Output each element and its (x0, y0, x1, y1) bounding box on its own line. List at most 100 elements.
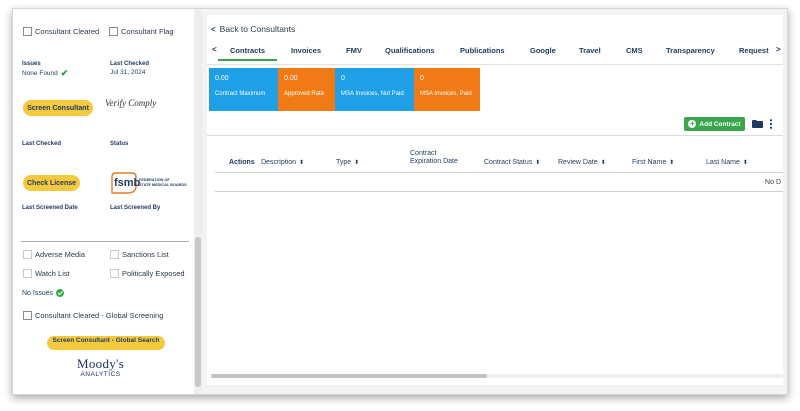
tile-approved-rate: 0.00 Approved Rate (278, 68, 335, 111)
last-checked-label: Last Checked (110, 61, 150, 67)
tab-cms[interactable]: CMS (626, 46, 643, 55)
more-options-icon[interactable] (769, 119, 773, 129)
column-description[interactable]: Description ⬍ (261, 159, 304, 166)
column-actions-label: Actions (229, 159, 255, 166)
consultant-cleared-checkbox[interactable] (23, 27, 32, 36)
table-horizontal-scrollbar[interactable] (211, 374, 783, 378)
sidebar-scroll-thumb[interactable] (195, 237, 201, 387)
cleared-global-checkbox[interactable] (23, 311, 32, 320)
screen-consultant-button[interactable]: Screen Consultant (23, 100, 93, 116)
tile-value: 0.00 (215, 75, 229, 82)
tile-caption: Contract Maximum (215, 91, 266, 97)
consultant-cleared-row: Consultant Cleared (23, 27, 99, 36)
issues-value-text: None Found (22, 70, 58, 77)
tile-value: 0 (341, 75, 345, 82)
check-license-button[interactable]: Check License (23, 175, 80, 191)
tab-qualifications[interactable]: Qualifications (385, 46, 435, 55)
no-data-message: No D (765, 179, 781, 186)
adverse-media-row: Adverse Media (23, 250, 85, 259)
moodys-subtext: ANALYTICS (80, 371, 121, 378)
folder-icon[interactable] (752, 120, 763, 128)
tile-caption: Approved Rate (284, 91, 325, 97)
consultant-sidebar: Consultant Cleared Consultant Flag Issue… (13, 9, 194, 394)
no-issues-status: No Issues (22, 289, 65, 297)
fsmb-text-line1: FEDERATION OF (139, 178, 170, 182)
column-contract-status[interactable]: Contract Status ⬍ (484, 159, 540, 166)
contracts-table: Actions Description ⬍ Type ⬍ Contract Ex… (207, 135, 783, 375)
chevron-left-icon: < (211, 24, 216, 34)
tab-google[interactable]: Google (530, 46, 556, 55)
sort-icon: ⬍ (299, 160, 305, 166)
screen-global-button[interactable]: Screen Consultant - Global Search (47, 336, 165, 350)
sort-icon: ⬍ (600, 160, 606, 166)
tile-contract-maximum: 0.00 Contract Maximum (209, 68, 278, 111)
tab-contracts[interactable]: Contracts (217, 46, 278, 61)
tab-fmv[interactable]: FMV (346, 46, 362, 55)
tab-divider (207, 64, 783, 65)
cleared-global-label: Consultant Cleared - Global Screening (35, 311, 164, 320)
column-contract-status-label: Contract Status (484, 159, 533, 166)
issues-label: Issues (22, 61, 41, 67)
plus-circle-icon: + (688, 119, 697, 128)
fsmb-logo-word: fsmb (114, 177, 141, 189)
consultant-flag-checkbox[interactable] (109, 27, 118, 36)
politically-exposed-checkbox[interactable] (110, 269, 119, 278)
sidebar-scrollbar[interactable] (194, 9, 202, 394)
tile-value: 0.00 (284, 75, 298, 82)
column-actions: Actions (229, 159, 255, 166)
tile-value: 0 (420, 75, 424, 82)
row-divider (215, 191, 783, 192)
back-link[interactable]: < Back to Consultants (211, 24, 295, 34)
column-expiration-label: Expiration Date (410, 158, 458, 165)
consultant-flag-row: Consultant Flag (109, 27, 174, 36)
verify-comply-logo-text: Verify Comply (105, 98, 157, 108)
fsmb-text-line2: STATE MEDICAL BOARDS (139, 183, 187, 187)
table-scroll-thumb[interactable] (211, 374, 487, 378)
consultant-cleared-label: Consultant Cleared (35, 27, 100, 36)
column-review-date[interactable]: Review Date ⬍ (558, 159, 606, 166)
column-description-label: Description (261, 159, 297, 166)
column-first-name[interactable]: First Name ⬍ (632, 159, 674, 166)
column-contract-label: Contract (410, 150, 437, 157)
verify-comply-logo: Verify Comply (105, 99, 156, 108)
main-content: < Back to Consultants < Contracts Invoic… (202, 9, 787, 394)
sanctions-list-label: Sanctions List (122, 250, 169, 259)
last-screened-by-label: Last Screened By (110, 205, 161, 211)
politically-exposed-label: Politically Exposed (122, 269, 185, 278)
contracts-card: < Back to Consultants < Contracts Invoic… (207, 15, 783, 385)
add-contract-button[interactable]: + Add Contract (684, 117, 745, 131)
column-review-date-label: Review Date (558, 159, 598, 166)
watch-list-row: Watch List (23, 269, 70, 278)
tab-bar: < Contracts Invoices FMV Qualifications … (207, 45, 783, 61)
table-top-border (207, 135, 783, 136)
tab-invoices[interactable]: Invoices (291, 46, 321, 55)
adverse-media-checkbox[interactable] (23, 250, 32, 259)
header-divider (215, 172, 783, 173)
column-type-label: Type (336, 159, 352, 166)
moodys-logo: Moody's ANALYTICS (77, 356, 124, 378)
fsmb-logo: fsmb FEDERATION OF STATE MEDICAL BOARDS (111, 171, 189, 195)
tab-scroll-right-icon[interactable]: > (776, 45, 781, 54)
section-divider (21, 241, 189, 242)
tab-scroll-left-icon[interactable]: < (212, 45, 217, 54)
tile-caption: MSA Invoices, Not Paid (341, 91, 404, 97)
back-link-label: Back to Consultants (219, 24, 296, 34)
check-circle-icon (56, 289, 65, 297)
tile-msa-paid: 0 MSA Invoices, Paid (414, 68, 480, 111)
column-last-name[interactable]: Last Name ⬍ (706, 159, 748, 166)
tab-travel[interactable]: Travel (579, 46, 601, 55)
sort-icon: ⬍ (742, 160, 748, 166)
column-last-name-label: Last Name (706, 159, 740, 166)
tab-publications[interactable]: Publications (460, 46, 505, 55)
consultant-flag-label: Consultant Flag (121, 27, 174, 36)
sanctions-list-checkbox[interactable] (110, 250, 119, 259)
column-type[interactable]: Type ⬍ (336, 159, 359, 166)
no-issues-text: No Issues (22, 289, 54, 297)
app-window: Consultant Cleared Consultant Flag Issue… (12, 8, 788, 395)
tab-request[interactable]: Request (739, 46, 769, 55)
watch-list-checkbox[interactable] (23, 269, 32, 278)
tab-transparency[interactable]: Transparency (666, 46, 715, 55)
column-first-name-label: First Name (632, 159, 667, 166)
sort-icon: ⬍ (669, 160, 675, 166)
column-contract-expiration[interactable]: Contract Expiration Date (410, 150, 458, 165)
